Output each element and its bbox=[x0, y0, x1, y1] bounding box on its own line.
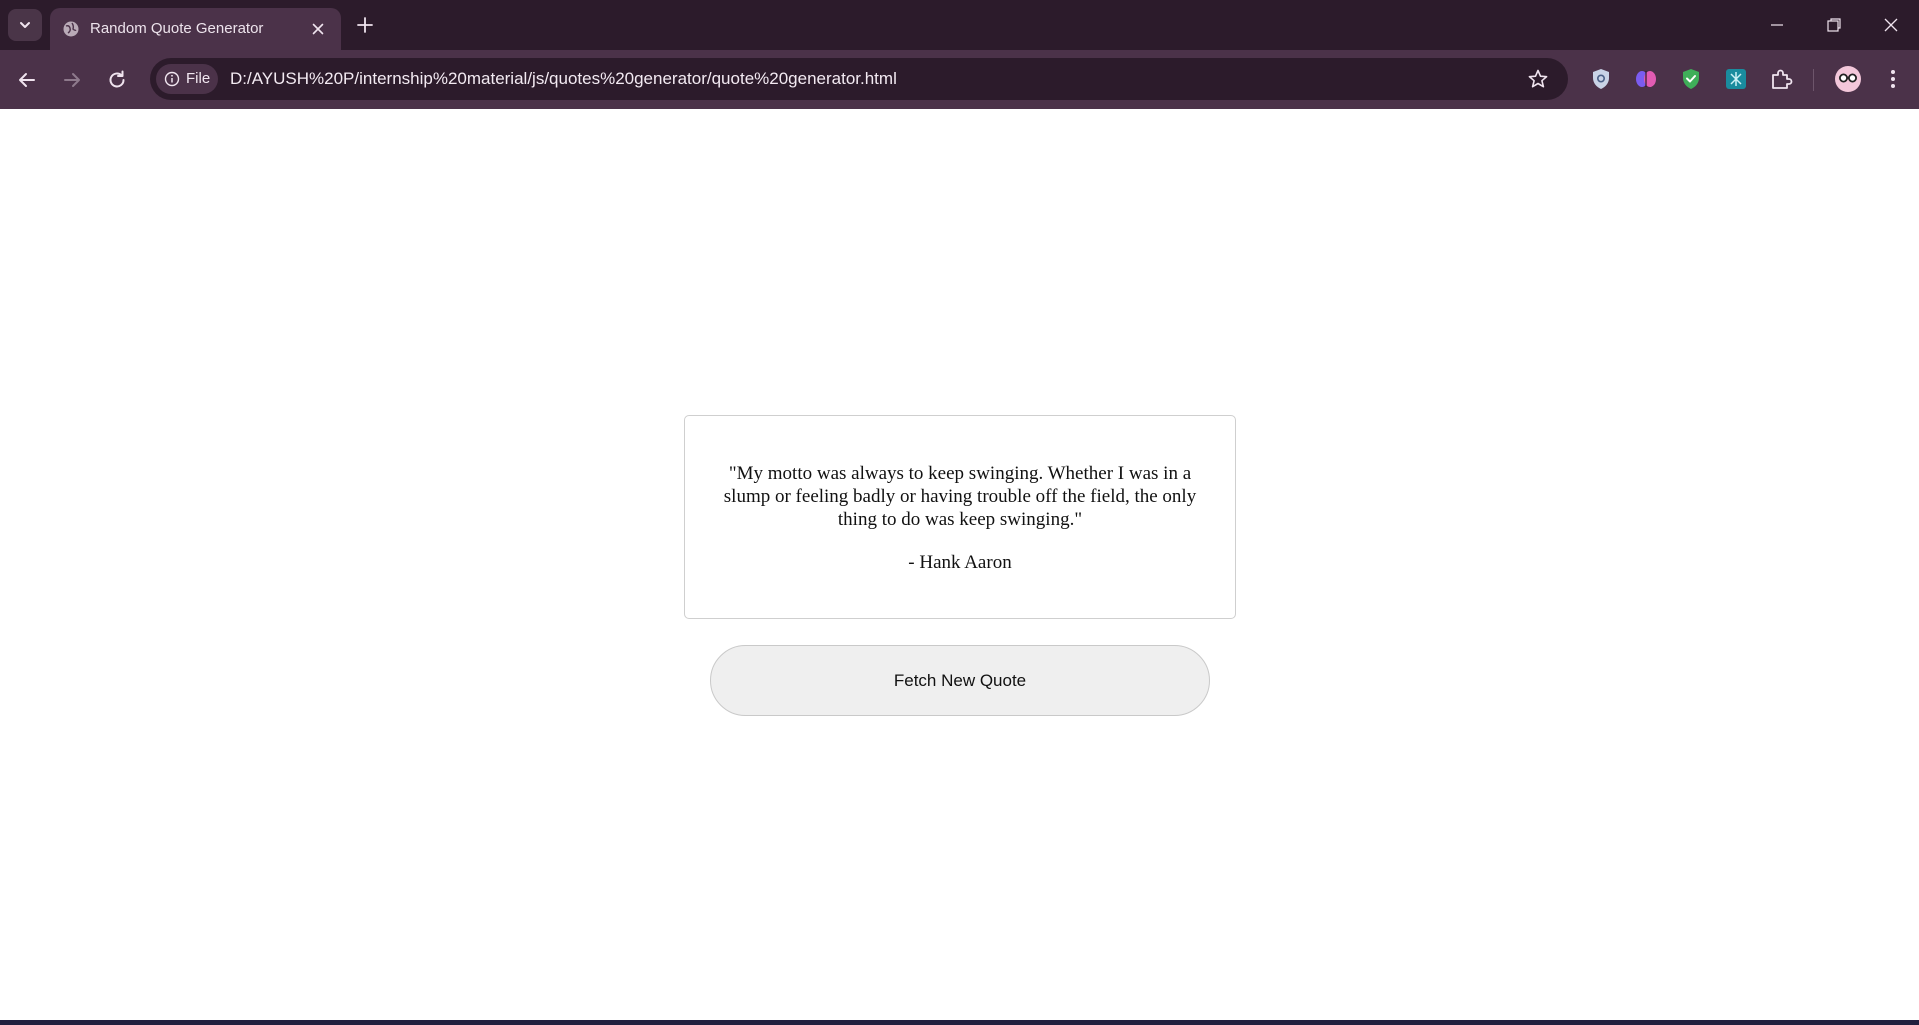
forward-arrow-icon[interactable] bbox=[60, 68, 84, 92]
address-bar[interactable]: File D:/AYUSH%20P/internship%20material/… bbox=[150, 58, 1568, 100]
toolbar-separator bbox=[1813, 69, 1814, 91]
puzzle-icon[interactable] bbox=[1768, 66, 1794, 92]
tab-search-button[interactable] bbox=[8, 9, 42, 41]
quote-author: - Hank Aaron bbox=[908, 552, 1012, 573]
close-window-icon[interactable] bbox=[1881, 15, 1901, 35]
info-icon bbox=[164, 71, 180, 87]
restore-icon[interactable] bbox=[1824, 15, 1844, 35]
fetch-new-quote-button[interactable]: Fetch New Quote bbox=[710, 645, 1210, 716]
browser-toolbar: File D:/AYUSH%20P/internship%20material/… bbox=[0, 50, 1919, 109]
star-icon[interactable] bbox=[1527, 68, 1549, 90]
site-chip-label: File bbox=[186, 70, 211, 87]
brain-extension-icon[interactable] bbox=[1633, 66, 1659, 92]
active-tab[interactable]: Random Quote Generator bbox=[50, 8, 341, 50]
minimize-icon[interactable] bbox=[1767, 15, 1787, 35]
tab-strip: Random Quote Generator bbox=[0, 0, 1919, 50]
reload-icon[interactable] bbox=[105, 68, 129, 92]
quote-card: "My motto was always to keep swinging. W… bbox=[684, 415, 1236, 619]
back-arrow-icon[interactable] bbox=[15, 68, 39, 92]
teal-extension-icon[interactable] bbox=[1723, 66, 1749, 92]
avatar-icon[interactable] bbox=[1834, 65, 1862, 93]
chevron-down-icon bbox=[20, 22, 30, 28]
plus-icon[interactable] bbox=[355, 15, 375, 35]
shield-extension-icon[interactable] bbox=[1588, 66, 1614, 92]
taskbar-edge bbox=[0, 1020, 1919, 1025]
kebab-menu-icon[interactable] bbox=[1880, 66, 1906, 92]
url-text[interactable]: D:/AYUSH%20P/internship%20material/js/qu… bbox=[230, 69, 897, 89]
tab-title: Random Quote Generator bbox=[90, 20, 264, 37]
globe-icon bbox=[63, 21, 79, 37]
site-info-chip[interactable]: File bbox=[156, 64, 218, 94]
check-shield-extension-icon[interactable] bbox=[1678, 66, 1704, 92]
close-icon[interactable] bbox=[309, 20, 327, 38]
quote-text: "My motto was always to keep swinging. W… bbox=[723, 463, 1197, 530]
